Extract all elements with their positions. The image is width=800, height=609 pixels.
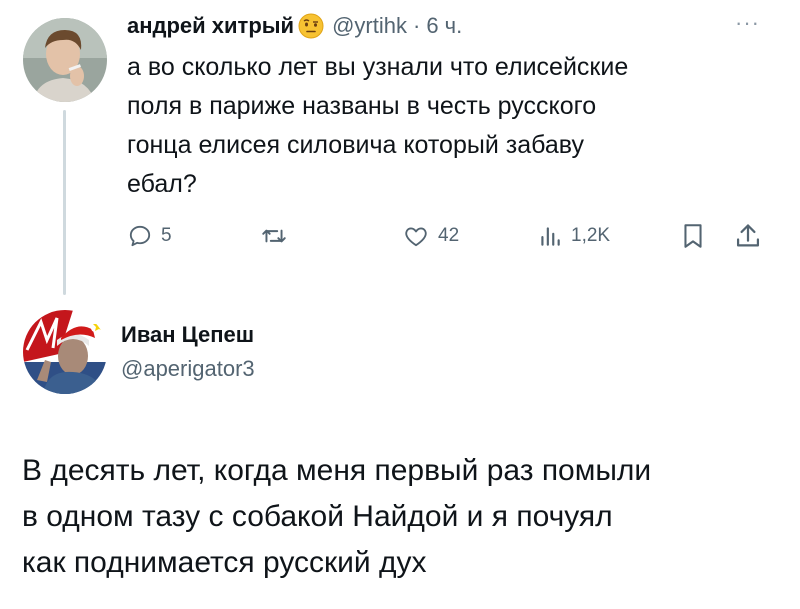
views-chart-icon xyxy=(541,227,560,246)
retweet-icon xyxy=(262,229,286,243)
bookmark-icon xyxy=(684,224,702,248)
timestamp[interactable]: 6 ч. xyxy=(426,13,462,39)
reply-author-name[interactable]: Иван Цепеш xyxy=(121,322,254,348)
heart-icon xyxy=(405,227,427,247)
face-with-raised-eyebrow-icon xyxy=(298,13,324,39)
author-handle[interactable]: @yrtihk xyxy=(332,13,407,39)
author-avatar[interactable] xyxy=(23,18,107,102)
more-options-icon[interactable]: ··· xyxy=(735,10,760,36)
thread-connector-line xyxy=(63,110,66,295)
like-button[interactable]: 42 xyxy=(402,218,459,254)
views-count: 1,2K xyxy=(571,225,611,246)
share-icon xyxy=(736,224,760,247)
avatar-photo-icon xyxy=(23,18,107,102)
like-count: 42 xyxy=(438,225,460,246)
reply-tweet-text: В десять лет, когда меня первый раз помы… xyxy=(22,454,652,579)
retweet-button[interactable] xyxy=(260,218,296,254)
reply-author-avatar[interactable] xyxy=(23,310,107,394)
bookmark-button[interactable] xyxy=(680,218,706,254)
tweet-text: а во сколько лет вы узнали что елисейски… xyxy=(127,53,629,198)
reply-count: 5 xyxy=(161,225,172,246)
views-button[interactable]: 1,2K xyxy=(537,218,610,254)
reply-author-handle[interactable]: @aperigator3 xyxy=(121,356,255,382)
reply-icon xyxy=(129,225,151,247)
tweet-header: андрей хитрый @yrtihk · 6 ч. xyxy=(127,10,462,42)
separator-dot: · xyxy=(413,13,421,38)
share-button[interactable] xyxy=(734,218,762,254)
avatar-photo-icon xyxy=(23,310,107,394)
tweet-actions: 5 42 1,2K xyxy=(127,218,777,254)
author-name[interactable]: андрей хитрый xyxy=(127,13,294,39)
reply-button[interactable]: 5 xyxy=(127,218,172,254)
